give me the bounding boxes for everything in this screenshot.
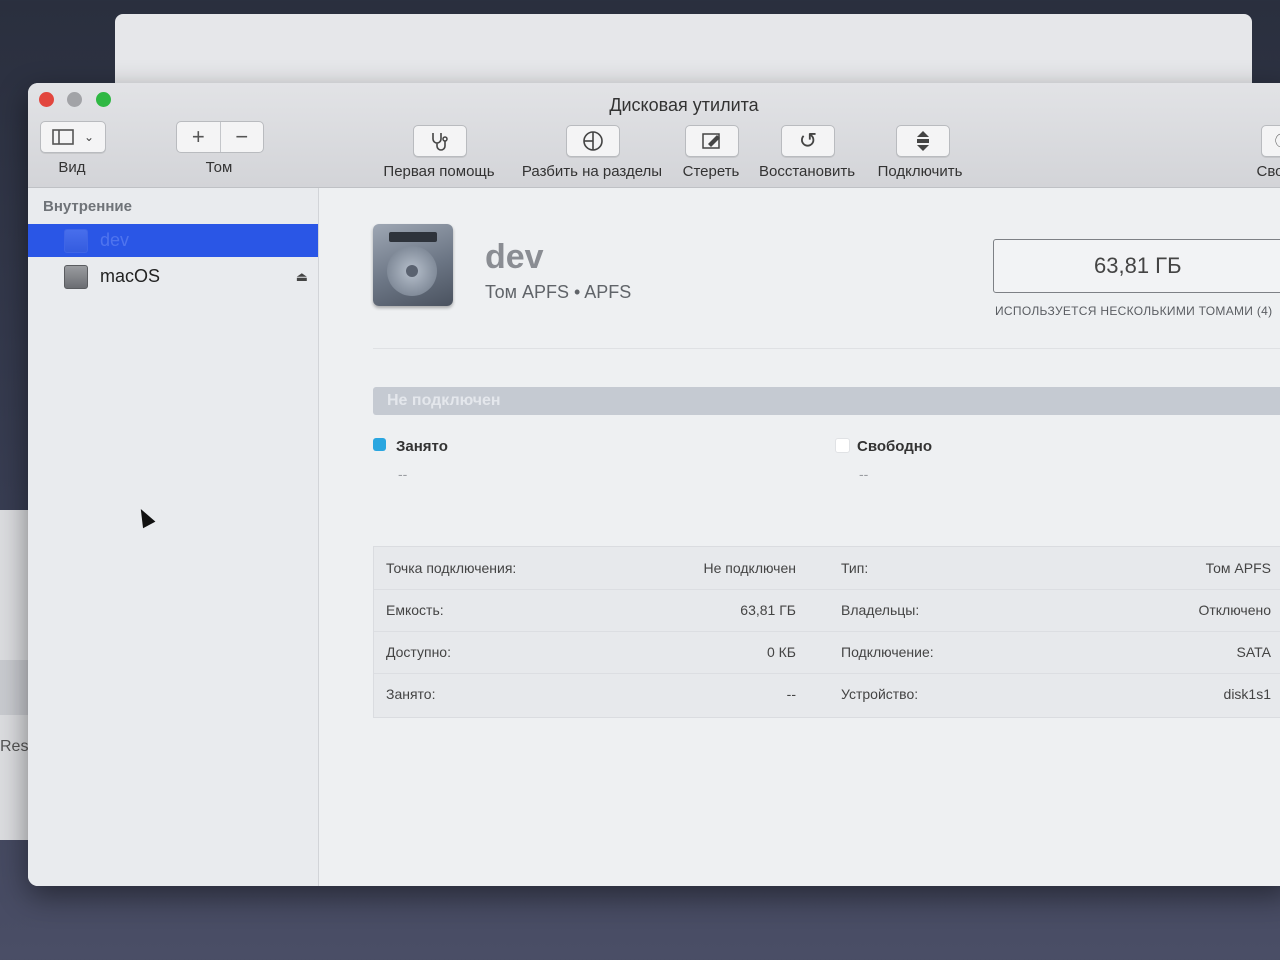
sidebar-item-macos[interactable]: macOS ⏏: [28, 260, 318, 293]
table-row: Емкость: 63,81 ГБ Владельцы: Отключено: [374, 589, 1280, 632]
mount-button[interactable]: [896, 125, 950, 157]
remove-volume-button[interactable]: −: [219, 122, 264, 152]
pie-partition-icon: [583, 131, 603, 151]
info-value-capacity: 63,81 ГБ: [740, 602, 796, 618]
free-legend-swatch: [835, 438, 850, 453]
sidebar-item-label: macOS: [100, 266, 161, 286]
divider: [373, 348, 1280, 349]
partition-label: Разбить на разделы: [521, 163, 663, 180]
info-value-type: Том APFS: [1205, 560, 1271, 576]
info-label-type: Тип:: [841, 560, 869, 576]
sidebar-item-dev[interactable]: dev: [28, 224, 318, 257]
disk-utility-window: Дисковая утилита ⌄ Вид + − Том Первая по…: [28, 83, 1280, 886]
usage-bar-status: Не подключен: [387, 392, 501, 409]
usage-bar: Не подключен: [373, 387, 1280, 415]
view-button[interactable]: ⌄: [40, 121, 106, 153]
chevron-down-icon: ⌄: [83, 130, 95, 144]
volume-segmented-control: + −: [176, 121, 264, 153]
volume-name: dev: [485, 238, 544, 276]
first-aid-label: Первая помощь: [383, 163, 495, 180]
table-row: Занято: -- Устройство: disk1s1: [374, 673, 1280, 715]
restore-arrow-icon: ↺: [798, 128, 818, 153]
info-label-available: Доступно:: [386, 644, 451, 660]
erase-pencil-icon: [702, 133, 720, 149]
partition-button[interactable]: [566, 125, 620, 157]
info-button[interactable]: ⓘ: [1261, 125, 1280, 157]
info-icon: ⓘ: [1275, 131, 1280, 151]
sidebar-icon: [52, 129, 74, 145]
volume-disk-icon: [64, 228, 88, 253]
restore-button[interactable]: ↺: [781, 125, 835, 157]
used-legend-title: Занято: [396, 438, 448, 455]
info-label-used: Занято:: [386, 686, 436, 702]
free-legend-value: --: [859, 466, 869, 482]
drive-platter: [387, 246, 437, 296]
sidebar-item-label: dev: [100, 230, 130, 250]
used-legend-value: --: [398, 466, 408, 482]
mount-label: Подключить: [877, 163, 963, 180]
volume-subtitle: Том APFS • APFS: [485, 282, 632, 302]
info-label-connection: Подключение:: [841, 644, 934, 660]
info-value-connection: SATA: [1236, 644, 1272, 660]
add-volume-button[interactable]: +: [177, 122, 220, 152]
info-value-used: --: [786, 686, 796, 702]
table-row: Точка подключения: Не подключен Тип: Том…: [374, 547, 1280, 590]
volume-info-table: Точка подключения: Не подключен Тип: Том…: [373, 546, 1280, 718]
volume-size-caption: ИСПОЛЬЗУЕТСЯ НЕСКОЛЬКИМИ ТОМАМИ (4): [995, 304, 1273, 318]
mount-icon: [917, 131, 929, 151]
info-label: Сво: [1256, 163, 1280, 180]
volume-details: dev Том APFS • APFS 63,81 ГБ ИСПОЛЬЗУЕТС…: [319, 188, 1280, 886]
hard-drive-icon: [373, 224, 453, 306]
volume-size: 63,81 ГБ: [1094, 253, 1182, 278]
drive-label-plate: [389, 232, 437, 242]
info-label-capacity: Емкость:: [386, 602, 444, 618]
window-title: Дисковая утилита: [609, 95, 759, 115]
erase-button[interactable]: [685, 125, 739, 157]
first-aid-button[interactable]: [413, 125, 467, 157]
info-label-mount-point: Точка подключения:: [386, 560, 517, 576]
eject-icon[interactable]: ⏏: [296, 269, 308, 285]
volume-disk-icon: [64, 264, 88, 289]
info-value-owners: Отключено: [1198, 602, 1271, 618]
info-value-mount-point: Не подключен: [703, 560, 796, 576]
free-legend-title: Свободно: [857, 438, 932, 455]
used-legend-swatch: [373, 438, 386, 451]
erase-label: Стереть: [682, 163, 740, 180]
info-value-available: 0 КБ: [766, 644, 796, 660]
sidebar: Внутренние dev macOS ⏏: [28, 188, 319, 886]
stethoscope-icon: [432, 133, 448, 151]
info-label-owners: Владельцы:: [841, 602, 920, 618]
toolbar: Дисковая утилита ⌄ Вид + − Том Первая по…: [28, 83, 1280, 188]
view-label: Вид: [58, 159, 86, 176]
volume-size-box: 63,81 ГБ: [993, 239, 1280, 293]
table-row: Доступно: 0 КБ Подключение: SATA: [374, 631, 1280, 674]
restore-label: Восстановить: [758, 163, 856, 180]
sidebar-section-header: Внутренние: [43, 198, 132, 215]
info-label-device: Устройство:: [841, 686, 919, 702]
info-value-device: disk1s1: [1223, 686, 1271, 702]
volume-label: Том: [205, 159, 233, 176]
